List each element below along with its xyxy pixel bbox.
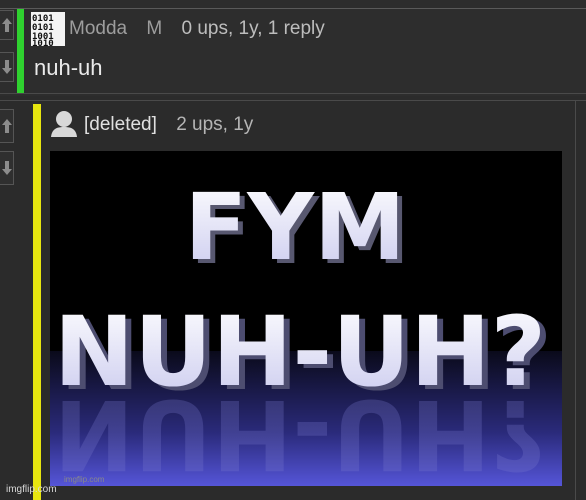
comment-stats[interactable]: 2 ups, 1y <box>176 114 253 135</box>
binary-avatar-icon: 0101 0101 1001 1010 <box>32 14 54 46</box>
divider <box>0 100 586 101</box>
divider <box>575 101 576 500</box>
comment-stats[interactable]: 0 ups, 1y, 1 reply <box>182 18 325 39</box>
down-arrow-icon <box>1 161 12 175</box>
meme-text-line1-face: FYM <box>184 174 405 281</box>
username[interactable]: Modda <box>69 18 127 39</box>
comment-modda <box>0 0 586 96</box>
divider <box>0 8 586 9</box>
svg-text:1010: 1010 <box>32 39 54 46</box>
comment-thread: 0101 0101 1001 1010 Modda M 0 ups, 1y, 1… <box>0 0 586 500</box>
comment-meta: Modda M 0 ups, 1y, 1 reply <box>69 18 325 40</box>
downvote-button[interactable] <box>0 151 14 185</box>
upvote-button[interactable] <box>0 109 14 143</box>
downvote-button[interactable] <box>0 52 14 82</box>
comment-meta: [deleted] 2 ups, 1y <box>84 114 253 136</box>
thread-indicator-green <box>17 9 24 93</box>
footer-watermark: imgflip.com <box>6 484 57 495</box>
mod-badge: M <box>146 18 163 39</box>
avatar[interactable]: 0101 0101 1001 1010 <box>31 12 65 46</box>
person-silhouette-icon <box>51 111 77 137</box>
thread-indicator-yellow <box>33 104 41 500</box>
username: [deleted] <box>84 114 157 135</box>
divider <box>0 93 586 94</box>
image-watermark: imgflip.com <box>64 475 105 484</box>
up-arrow-icon <box>1 18 12 32</box>
comment-image[interactable]: FYM FYM NUH-UH? NUH-UH? NUH-UH? imgflip.… <box>50 151 562 486</box>
up-arrow-icon <box>1 119 12 133</box>
comment-body: nuh-uh <box>34 55 103 80</box>
avatar <box>50 110 78 138</box>
meme-text-reflection: NUH-UH? <box>54 378 546 486</box>
meme-image: FYM FYM NUH-UH? NUH-UH? NUH-UH? <box>50 151 562 486</box>
down-arrow-icon <box>1 60 12 74</box>
upvote-button[interactable] <box>0 10 14 40</box>
